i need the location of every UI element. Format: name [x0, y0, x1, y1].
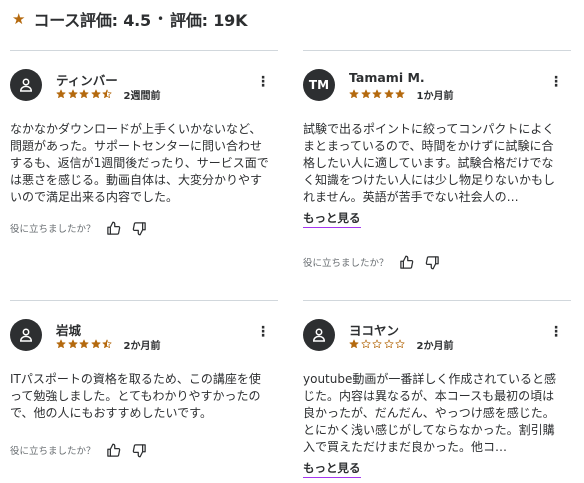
star-icon	[384, 339, 393, 349]
star-icon	[56, 339, 66, 349]
star-icon	[395, 89, 405, 99]
review-card: 岩城 2か月前 ⋮ ITパスポートの資格を取るため、この講座を使って勉強しました…	[10, 300, 278, 460]
star-icon	[68, 339, 77, 349]
star-icon	[384, 89, 393, 99]
helpful-label: 役に立ちましたか？	[10, 224, 96, 235]
star-icon	[372, 339, 382, 349]
review-date: 1か月前	[416, 90, 454, 102]
star-icon: ★	[12, 10, 26, 28]
show-more-link[interactable]: もっと見る	[303, 460, 361, 478]
user-initials-avatar: TM	[303, 69, 335, 101]
star-icon	[91, 339, 100, 349]
star-rating	[349, 89, 407, 99]
star-icon	[79, 339, 89, 349]
review-card: TM Tamami M. 1か月前 ⋮ 試験で出るポイントに絞ってコンパクトによ…	[303, 50, 571, 272]
user-avatar-icon	[303, 319, 335, 351]
user-avatar-icon	[10, 69, 42, 101]
review-date: 2か月前	[416, 340, 454, 352]
star-rating	[349, 339, 407, 349]
more-options-icon[interactable]: ⋮	[549, 75, 563, 89]
separator-dot: •	[156, 12, 165, 26]
reviewer-name: ティンバー	[56, 73, 118, 88]
course-rating-header: ★ コース評価: 4.5 • 評価: 19K	[12, 8, 247, 30]
reviewer-name: ヨコヤン	[349, 323, 400, 338]
star-icon	[102, 339, 112, 349]
reviewer-name: 岩城	[56, 323, 82, 338]
thumbs-up-icon[interactable]	[106, 220, 122, 236]
star-rating	[56, 89, 114, 99]
star-icon	[349, 89, 359, 99]
star-icon	[361, 89, 370, 99]
star-icon	[395, 339, 405, 349]
helpful-row: 役に立ちましたか？	[10, 440, 278, 460]
reviewer-name: Tamami M.	[349, 70, 425, 85]
rating-count-label: 評価: 19K	[170, 11, 248, 30]
user-avatar-icon	[10, 319, 42, 351]
star-icon	[361, 339, 370, 349]
review-card: ティンバー 2週間前 ⋮ なかなかダウンロードが上手くいかないなど、問題があった…	[10, 50, 278, 238]
review-text: youtube動画が一番詳しく作成されていると感じた。内容は異なるが、本コースも…	[303, 372, 557, 454]
thumbs-down-icon[interactable]	[132, 220, 148, 236]
helpful-label: 役に立ちましたか？	[303, 258, 389, 269]
course-rating-label: コース評価: 4.5	[33, 11, 151, 30]
more-options-icon[interactable]: ⋮	[549, 325, 563, 339]
star-icon	[372, 89, 382, 99]
helpful-label: 役に立ちましたか？	[10, 446, 96, 457]
star-icon	[349, 339, 359, 349]
review-text: 試験で出るポイントに絞ってコンパクトによくまとまっているので、時間をかけずに試験…	[303, 122, 556, 204]
review-date: 2週間前	[123, 90, 161, 102]
star-icon	[56, 89, 66, 99]
star-icon	[91, 89, 100, 99]
helpful-row: 役に立ちましたか？	[303, 252, 571, 272]
thumbs-down-icon[interactable]	[132, 442, 148, 458]
show-more-link[interactable]: もっと見る	[303, 210, 361, 228]
review-date: 2か月前	[123, 340, 161, 352]
star-icon	[68, 89, 77, 99]
star-rating	[56, 339, 114, 349]
review-card: ヨコヤン 2か月前 ⋮ youtube動画が一番詳しく作成されていると感じた。内…	[303, 300, 571, 478]
star-icon	[102, 89, 112, 99]
more-options-icon[interactable]: ⋮	[256, 325, 270, 339]
more-options-icon[interactable]: ⋮	[256, 75, 270, 89]
thumbs-up-icon[interactable]	[399, 254, 415, 270]
review-text: ITパスポートの資格を取るため、この講座を使って勉強しました。とてもわかりやすか…	[10, 372, 261, 420]
star-icon	[79, 89, 89, 99]
helpful-row: 役に立ちましたか？	[10, 218, 278, 238]
thumbs-down-icon[interactable]	[425, 254, 441, 270]
thumbs-up-icon[interactable]	[106, 442, 122, 458]
review-text: なかなかダウンロードが上手くいかないなど、問題があった。サポートセンターに問い合…	[10, 122, 269, 204]
